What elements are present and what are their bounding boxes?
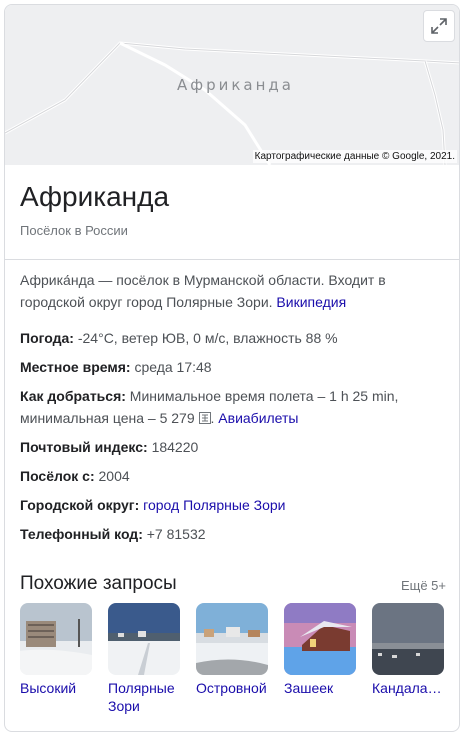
related-list: Высокий Полярные Зори Островной Зашеек К… [20, 603, 459, 723]
related-thumbnail [372, 603, 444, 675]
related-item-label: Островной [196, 680, 267, 696]
fact-district: Городской округ: город Полярные Зори [20, 494, 450, 516]
description: Африка́нда — посёлок в Мурманской област… [20, 269, 450, 313]
related-item-label: Кандала… [372, 680, 442, 696]
related-thumbnail [108, 603, 180, 675]
currency-icon [198, 412, 211, 424]
wikipedia-link[interactable]: Википедия [276, 294, 346, 310]
knowledge-panel: Африканда Картографические данные © Goog… [4, 4, 460, 732]
fact-phone: Телефонный код: +7 81532 [20, 523, 450, 545]
page-subtitle: Посёлок в России [20, 223, 128, 238]
related-item-label: Высокий [20, 680, 77, 696]
fact-label: Как добраться: [20, 388, 126, 404]
related-thumbnail [20, 603, 92, 675]
info-content: Африка́нда — посёлок в Мурманской област… [20, 269, 450, 552]
expand-icon [431, 18, 447, 34]
fact-settlement-since: Посёлок с: 2004 [20, 465, 450, 487]
fact-label: Городской округ: [20, 497, 140, 513]
fact-postal: Почтовый индекс: 184220 [20, 436, 450, 458]
fact-value: 184220 [151, 439, 199, 455]
fact-value: -24°C, ветер ЮВ, 0 м/с, влажность 88 % [77, 330, 338, 346]
related-item-kandalaksha[interactable]: Кандала… [372, 603, 446, 697]
related-title: Похожие запросы [20, 573, 177, 594]
fact-label: Телефонный код: [20, 526, 143, 542]
fact-travel: Как добраться: Минимальное время полета … [20, 388, 399, 426]
page-title: Африканда [20, 181, 170, 212]
title-block: Африканда Посёлок в России [5, 165, 459, 260]
map[interactable]: Африканда Картографические данные © Goog… [5, 5, 459, 165]
map-credit: Картографические данные © Google, 2021. [252, 150, 457, 163]
fact-label: Местное время: [20, 359, 131, 375]
expand-map-button[interactable] [423, 10, 455, 42]
fact-value: среда 17:48 [134, 359, 212, 375]
fact-value: +7 81532 [146, 526, 206, 542]
fact-value: 2004 [98, 468, 130, 484]
fact-label: Посёлок с: [20, 468, 95, 484]
fact-label: Погода: [20, 330, 74, 346]
related-item-ostrovnoy[interactable]: Островной [196, 603, 270, 697]
fact-label: Почтовый индекс: [20, 439, 148, 455]
fact-local-time: Местное время: среда 17:48 [20, 356, 450, 378]
related-header: Похожие запросы Ещё 5+ [20, 573, 446, 595]
related-item-label: Полярные Зори [108, 680, 175, 714]
flights-link[interactable]: Авиабилеты [218, 410, 298, 426]
related-item-zasheek[interactable]: Зашеек [284, 603, 358, 697]
related-item-polyarnye-zori[interactable]: Полярные Зори [108, 603, 182, 715]
map-place-label: Африканда [177, 76, 294, 94]
related-thumbnail [196, 603, 268, 675]
fact-weather: Погода: -24°C, ветер ЮВ, 0 м/с, влажност… [20, 327, 450, 349]
district-link[interactable]: город Полярные Зори [143, 497, 285, 513]
related-item-label: Зашеек [284, 680, 334, 696]
related-more-link[interactable]: Ещё 5+ [401, 578, 446, 593]
related-item-vysokiy[interactable]: Высокий [20, 603, 94, 697]
related-thumbnail [284, 603, 356, 675]
